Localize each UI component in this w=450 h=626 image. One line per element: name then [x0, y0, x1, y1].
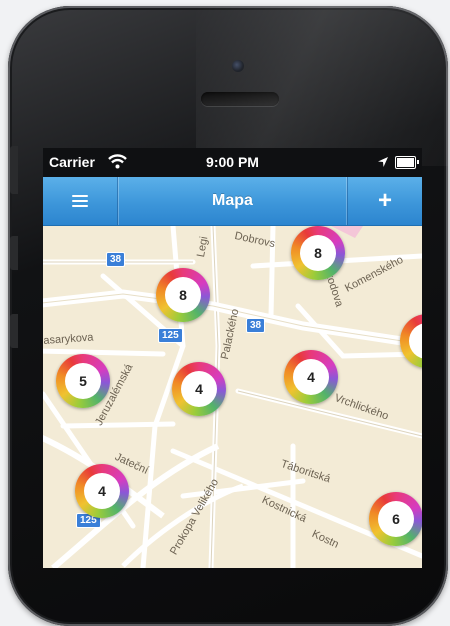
volume-down-button — [10, 314, 18, 348]
earpiece-speaker — [201, 92, 279, 106]
cluster-count: 4 — [181, 371, 217, 407]
phone-screen: Carrier 9:00 PM Mapa + Dobrovs Komenskéh… — [43, 148, 422, 568]
cluster-count: 8 — [165, 277, 201, 313]
volume-up-button — [10, 236, 18, 270]
map-cluster-marker[interactable]: 6 — [369, 492, 422, 546]
status-bar: Carrier 9:00 PM — [43, 148, 422, 177]
cluster-count: 4 — [84, 473, 120, 509]
cluster-count: 6 — [378, 501, 414, 537]
plus-icon: + — [377, 187, 392, 214]
cluster-count — [409, 323, 422, 359]
page-title: Mapa — [212, 192, 253, 209]
battery-icon — [395, 156, 419, 169]
map-cluster-marker[interactable]: 5 — [56, 354, 110, 408]
route-badge: 125 — [158, 328, 183, 343]
navigation-bar: Mapa + — [43, 177, 422, 226]
battery-level — [397, 158, 414, 167]
cluster-count: 5 — [65, 363, 101, 399]
menu-button[interactable] — [43, 177, 118, 225]
map-view[interactable]: Dobrovs Komenského Legi Škodova asarykov… — [43, 226, 422, 568]
route-badge: 38 — [246, 318, 266, 333]
map-cluster-marker[interactable]: 4 — [172, 362, 226, 416]
cluster-count: 4 — [293, 359, 329, 395]
map-cluster-marker[interactable]: 8 — [291, 226, 345, 280]
hamburger-menu-icon — [72, 192, 88, 210]
mute-switch — [10, 146, 18, 194]
route-badge: 38 — [106, 252, 126, 267]
front-camera — [232, 60, 244, 72]
map-cluster-marker[interactable]: 4 — [75, 464, 129, 518]
location-arrow-icon — [378, 157, 388, 167]
map-cluster-marker[interactable]: 8 — [156, 268, 210, 322]
map-cluster-marker[interactable]: 4 — [284, 350, 338, 404]
clock: 9:00 PM — [206, 154, 259, 170]
add-button[interactable]: + — [347, 177, 422, 225]
cluster-count: 8 — [300, 235, 336, 271]
